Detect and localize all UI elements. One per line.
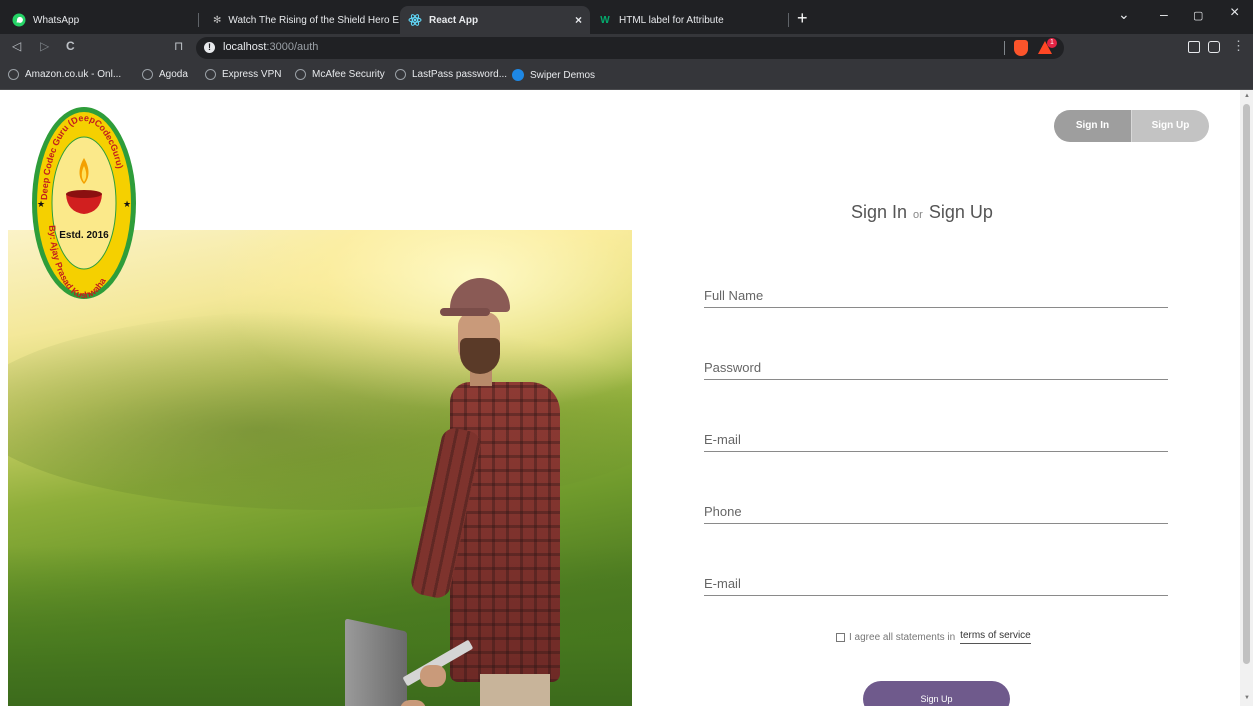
address-divider [1004, 41, 1005, 55]
scroll-up-icon[interactable]: ▲ [1244, 93, 1250, 99]
tab-title: WhatsApp [33, 14, 80, 26]
tab-shield-hero[interactable]: ✻ Watch The Rising of the Shield Hero E [205, 6, 400, 34]
scroll-thumb[interactable] [1243, 104, 1250, 664]
bookmark-expressvpn[interactable]: Express VPN [205, 69, 281, 80]
form-title: Sign In or Sign Up [851, 202, 993, 223]
address-bar[interactable]: ! localhost:3000/auth 1 [196, 37, 1064, 59]
forward-button[interactable]: ▷ [40, 39, 49, 53]
wallet-icon[interactable] [1208, 41, 1220, 53]
bookmark-label: LastPass password... [412, 69, 508, 80]
bookmark-swiper[interactable]: Swiper Demos [512, 69, 595, 81]
email-field [704, 428, 1168, 452]
tab-divider [198, 13, 199, 27]
browser-window: WhatsApp ✻ Watch The Rising of the Shiel… [0, 0, 1253, 706]
page-scrollbar[interactable]: ▲ ▼ [1240, 90, 1253, 706]
anime-site-icon: ✻ [213, 14, 222, 26]
phone-input[interactable] [704, 500, 1168, 522]
bookmark-mcafee[interactable]: McAfee Security [295, 69, 385, 80]
bookmarks-bar: Amazon.co.uk - Onl... Agoda Express VPN … [0, 62, 1253, 90]
tab-title: HTML label for Attribute [619, 14, 724, 26]
tab-divider [788, 13, 789, 27]
farmer-jeans [480, 674, 550, 706]
menu-icon[interactable]: ⋮ [1232, 38, 1245, 54]
back-button[interactable]: ◁ [12, 39, 21, 53]
farmer-hand [420, 665, 446, 687]
minimize-button[interactable]: – [1160, 6, 1168, 22]
page-viewport: Deep Codec Guru (DeepCodecGuru) By: Ajay… [0, 90, 1240, 706]
tab-close-icon[interactable]: × [575, 13, 582, 27]
site-info-icon[interactable]: ! [204, 42, 215, 53]
svg-text:★: ★ [37, 199, 45, 209]
bookmark-agoda[interactable]: Agoda [142, 69, 188, 80]
rewards-badge: 1 [1047, 38, 1057, 48]
tab-strip: WhatsApp ✻ Watch The Rising of the Shiel… [0, 0, 1253, 34]
reload-button[interactable]: C [66, 39, 75, 53]
bookmark-icon[interactable]: ⊓ [174, 39, 183, 53]
globe-icon [295, 69, 306, 80]
globe-icon [8, 69, 19, 80]
laptop-screen [345, 618, 407, 706]
full-name-field [704, 284, 1168, 308]
farmer-cap [450, 278, 510, 312]
react-icon [408, 13, 422, 27]
terms-checkbox[interactable] [836, 632, 845, 642]
whatsapp-icon [12, 13, 26, 27]
phone-field [704, 500, 1168, 524]
logo-estd: Estd. 2016 [59, 230, 109, 241]
globe-icon [142, 69, 153, 80]
email-field-2 [704, 572, 1168, 596]
tab-title: Watch The Rising of the Shield Hero E [228, 14, 400, 26]
scroll-down-icon[interactable]: ▼ [1244, 695, 1250, 701]
terms-of-service-link[interactable]: terms of service [960, 630, 1031, 644]
toggle-signup-button[interactable]: Sign Up [1131, 110, 1209, 142]
email-input-2[interactable] [704, 572, 1168, 594]
maximize-button[interactable]: ▢ [1193, 9, 1203, 22]
bookmark-label: Swiper Demos [530, 69, 596, 81]
bookmark-label: Amazon.co.uk - Onl... [25, 69, 122, 80]
logo: Deep Codec Guru (DeepCodecGuru) By: Ajay… [31, 106, 137, 300]
auth-toggle: Sign In Sign Up [1054, 110, 1209, 142]
bookmark-label: Agoda [159, 69, 188, 80]
tab-search-icon[interactable]: ⌄ [1118, 6, 1130, 23]
password-input[interactable] [704, 356, 1168, 378]
browser-toolbar: ◁ ▷ C ⊓ ! localhost:3000/auth 1 ⋮ [0, 34, 1253, 62]
tab-html-label[interactable]: W HTML label for Attribute [590, 6, 785, 34]
bookmark-amazon[interactable]: Amazon.co.uk - Onl... [8, 69, 121, 80]
title-signup-link[interactable]: Sign Up [929, 202, 993, 222]
title-or: or [913, 209, 923, 221]
swiper-icon [512, 69, 524, 81]
globe-icon [395, 69, 406, 80]
tab-whatsapp[interactable]: WhatsApp [4, 6, 194, 34]
bookmark-label: Express VPN [222, 69, 282, 80]
url-host: localhost [223, 41, 267, 53]
tab-title: React App [429, 14, 479, 26]
svg-text:★: ★ [123, 199, 131, 209]
bookmark-label: McAfee Security [312, 69, 385, 80]
close-window-button[interactable]: × [1230, 4, 1239, 22]
url-path: :3000/auth [266, 41, 319, 53]
title-signin-link[interactable]: Sign In [851, 202, 907, 222]
bookmark-lastpass[interactable]: LastPass password... [395, 69, 507, 80]
terms-text: I agree all statements in [849, 631, 956, 643]
sidebar-icon[interactable] [1188, 41, 1200, 53]
terms-row: I agree all statements in terms of servi… [836, 630, 1031, 644]
farmer-cap-brim [440, 308, 490, 316]
password-field [704, 356, 1168, 380]
laptop [345, 618, 475, 706]
signup-submit-button[interactable]: Sign Up [863, 681, 1010, 706]
full-name-input[interactable] [704, 284, 1168, 306]
new-tab-button[interactable]: + [797, 8, 808, 29]
w3schools-icon: W [600, 14, 610, 26]
tab-react-app[interactable]: React App × [400, 6, 590, 34]
globe-icon [205, 69, 216, 80]
farmer-beard [460, 338, 500, 374]
url-text[interactable]: localhost:3000/auth [223, 41, 318, 53]
toggle-signin-button[interactable]: Sign In [1054, 110, 1131, 142]
email-input[interactable] [704, 428, 1168, 450]
brave-shield-icon[interactable] [1014, 40, 1028, 56]
